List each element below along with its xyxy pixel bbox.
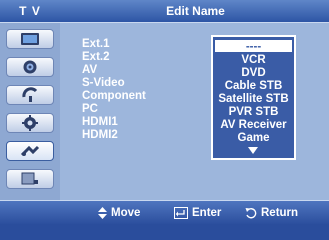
channel-icon bbox=[22, 87, 38, 102]
sidebar-item-sound[interactable] bbox=[6, 57, 54, 77]
source-name: PC bbox=[82, 103, 98, 115]
menu-sidebar bbox=[0, 23, 60, 200]
return-icon bbox=[245, 208, 257, 219]
sound-icon bbox=[23, 60, 37, 74]
picture-icon bbox=[21, 33, 39, 45]
sidebar-item-picture[interactable] bbox=[6, 29, 54, 49]
down-arrow-icon[interactable] bbox=[248, 147, 258, 154]
source-name: S-Video bbox=[82, 77, 125, 89]
move-hint: Move bbox=[98, 206, 140, 220]
dropdown-option[interactable]: Cable STB bbox=[213, 79, 294, 93]
dropdown-option[interactable]: Satellite STB bbox=[213, 92, 294, 106]
enter-hint: Enter bbox=[174, 206, 221, 220]
source-name: HDMI1 bbox=[82, 116, 118, 128]
sidebar-item-input[interactable] bbox=[6, 141, 54, 161]
input-icon bbox=[20, 145, 40, 157]
up-down-icon bbox=[98, 207, 107, 219]
digital-icon bbox=[21, 172, 38, 185]
menu-footer: Move Enter Return bbox=[0, 200, 329, 224]
menu-header: T V Edit Name bbox=[0, 0, 329, 23]
return-label: Return bbox=[261, 207, 299, 219]
dropdown-option[interactable]: Game bbox=[213, 131, 294, 145]
tv-label: T V bbox=[19, 4, 41, 18]
enter-icon bbox=[174, 207, 188, 219]
setup-icon bbox=[22, 115, 38, 131]
source-name: Ext.1 bbox=[82, 38, 110, 50]
dropdown-option[interactable]: ---- bbox=[214, 39, 293, 53]
source-name: AV bbox=[82, 64, 98, 76]
dropdown-option[interactable]: DVD bbox=[213, 66, 294, 80]
dropdown-option[interactable]: AV Receiver bbox=[213, 118, 294, 132]
sidebar-item-channel[interactable] bbox=[6, 85, 54, 105]
enter-label: Enter bbox=[192, 207, 222, 219]
dropdown-option[interactable]: VCR bbox=[213, 53, 294, 67]
name-dropdown[interactable]: ---- VCR DVD Cable STB Satellite STB PVR… bbox=[211, 35, 296, 160]
source-name: Ext.2 bbox=[82, 51, 110, 63]
return-hint: Return bbox=[245, 206, 298, 220]
move-label: Move bbox=[111, 207, 141, 219]
sidebar-item-digital[interactable] bbox=[6, 169, 54, 189]
source-name: HDMI2 bbox=[82, 129, 118, 141]
dropdown-option[interactable]: PVR STB bbox=[213, 105, 294, 119]
sidebar-item-setup[interactable] bbox=[6, 113, 54, 133]
tv-menu-screen: T V Edit Name Ext.1 Ext.2 AV S-Video Com… bbox=[0, 0, 329, 224]
source-name: Component bbox=[82, 90, 146, 102]
page-title: Edit Name bbox=[166, 4, 225, 18]
